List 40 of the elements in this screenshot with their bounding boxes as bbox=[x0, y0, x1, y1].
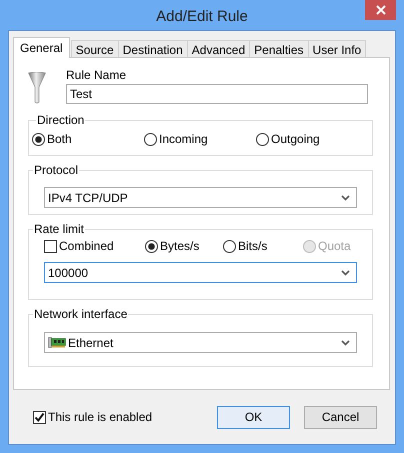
radio-label: Incoming bbox=[159, 132, 208, 146]
interface-dropdown[interactable]: Ethernet bbox=[44, 332, 357, 353]
checkbox[interactable] bbox=[44, 240, 57, 252]
group-title: Direction bbox=[36, 113, 86, 127]
option-label: Combined bbox=[59, 239, 114, 253]
checkbox[interactable] bbox=[33, 410, 46, 424]
tab[interactable]: General bbox=[13, 37, 70, 58]
protocol-dropdown[interactable]: IPv4 TCP/UDP bbox=[44, 187, 357, 208]
tab[interactable]: User Info bbox=[308, 40, 366, 58]
rule-name-field[interactable]: Test bbox=[66, 84, 368, 104]
chevron-icon bbox=[341, 194, 350, 200]
radio-label: Outgoing bbox=[271, 132, 320, 146]
group-title: Protocol bbox=[33, 163, 80, 177]
option-label: Quota bbox=[318, 239, 351, 253]
chevron-icon bbox=[341, 270, 350, 276]
field-label: Rule Name bbox=[66, 68, 128, 82]
option-label: Bytes/s bbox=[160, 239, 200, 253]
rate-dropdown[interactable]: 100000 bbox=[44, 262, 357, 283]
window-title: Add/Edit Rule bbox=[156, 8, 248, 24]
tab[interactable]: Advanced bbox=[186, 40, 250, 58]
group-title: Network interface bbox=[33, 307, 128, 321]
tab[interactable]: Destination bbox=[118, 40, 188, 58]
close-button[interactable] bbox=[365, 0, 396, 20]
radio-label: Both bbox=[47, 132, 72, 146]
funnel-icon bbox=[28, 72, 46, 104]
group-title: Rate limit bbox=[33, 222, 86, 236]
checkbox-label: This rule is enabled bbox=[48, 410, 152, 424]
chevron-icon bbox=[341, 340, 350, 346]
radio-button[interactable] bbox=[32, 132, 45, 146]
tab[interactable]: Source bbox=[70, 40, 119, 58]
radio-button[interactable] bbox=[144, 132, 157, 146]
close-icon bbox=[376, 5, 386, 15]
radio-button[interactable] bbox=[145, 240, 158, 252]
radio-button[interactable] bbox=[223, 240, 236, 252]
dialog-button[interactable]: OK bbox=[217, 406, 290, 428]
option-label: Bits/s bbox=[238, 239, 268, 253]
dialog-button[interactable]: Cancel bbox=[304, 406, 377, 428]
tab[interactable]: Penalties bbox=[249, 40, 309, 58]
radio-button[interactable] bbox=[256, 132, 269, 146]
network-card-icon bbox=[48, 337, 66, 348]
